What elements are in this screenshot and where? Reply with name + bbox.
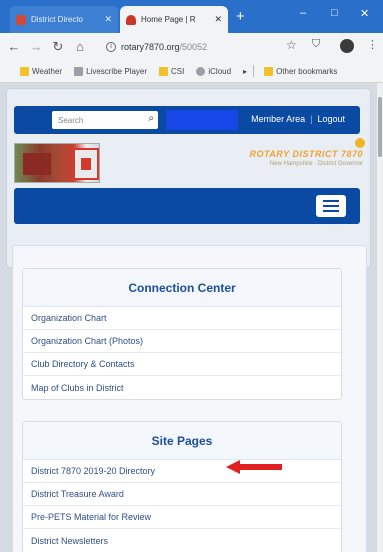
folder-icon: [20, 66, 29, 76]
back-arrow-icon[interactable]: ←: [6, 39, 22, 54]
bookmark-label: Weather: [32, 66, 63, 76]
close-window-button[interactable]: ✕: [360, 7, 369, 20]
new-tab-button[interactable]: +: [236, 9, 245, 24]
district-subtitle: New Hampshire · District Governor: [269, 161, 363, 167]
member-area-link[interactable]: Member Area: [246, 114, 310, 124]
apple-icon: [196, 66, 206, 76]
bookmark-label: CSI: [171, 66, 185, 76]
site-nav-bar: [14, 188, 360, 224]
site-search[interactable]: ⌕: [52, 111, 158, 129]
page-viewport: ⌕ Member Area | Logout ROTARY DISTRICT 7…: [0, 83, 383, 552]
header-photo: [14, 143, 100, 183]
reload-icon[interactable]: ↻: [50, 39, 66, 55]
browser-menu-icon[interactable]: ⋮: [367, 38, 378, 51]
rotary-favicon-icon: [16, 14, 26, 25]
maximize-button[interactable]: □: [331, 7, 338, 19]
menu-bar-icon: [323, 200, 339, 202]
folder-icon: [159, 66, 169, 76]
header-accent-block: [166, 110, 238, 130]
list-item[interactable]: Map of Clubs in District: [23, 376, 341, 399]
list-item[interactable]: Organization Chart: [23, 307, 341, 330]
rotary-favicon-icon: [126, 14, 136, 25]
bookmark-other[interactable]: Other bookmarks: [264, 66, 338, 76]
list-item[interactable]: District Newsletters: [23, 529, 341, 552]
district-logo[interactable]: ROTARY DISTRICT 7870 New Hampshire · Dis…: [249, 149, 363, 167]
bookmarks-bar: Weather Livescribe Player CSI iCloud ▸ O…: [0, 60, 383, 83]
tab-home-page[interactable]: Home Page | R ✕: [120, 6, 228, 33]
district-title: ROTARY DISTRICT 7870: [249, 149, 363, 159]
divider: [253, 65, 255, 77]
logout-link[interactable]: Logout: [312, 114, 350, 124]
menu-bar-icon: [323, 210, 339, 212]
browser-titlebar: District Directo ✕ Home Page | R ✕ + – □…: [0, 0, 383, 33]
forward-arrow-icon[interactable]: →: [28, 39, 44, 54]
red-arrow-icon: [226, 460, 282, 474]
site-top-bar: ⌕ Member Area | Logout: [14, 106, 360, 134]
profile-avatar[interactable]: [340, 39, 354, 53]
menu-bar-icon: [323, 205, 339, 207]
tab-label: Home Page | R: [141, 15, 196, 24]
bookmark-label: Livescribe Player: [86, 66, 148, 76]
covered-bridge-image: [73, 148, 99, 180]
page-scrollbar[interactable]: [377, 83, 383, 552]
card-title: Connection Center: [23, 269, 341, 307]
site-pages-card: Site Pages District 7870 2019-20 Directo…: [22, 421, 342, 552]
address-bar[interactable]: i rotary7870.org/50052: [106, 38, 274, 55]
list-item[interactable]: Pre-PETS Material for Review: [23, 506, 341, 529]
bookmark-weather[interactable]: Weather: [20, 66, 63, 76]
app-icon: [74, 66, 84, 76]
more-bookmarks-icon[interactable]: ▸: [243, 67, 247, 76]
url-path: /50052: [179, 41, 208, 52]
connection-center-card: Connection Center Organization Chart Org…: [22, 268, 342, 400]
bookmark-label: Other bookmarks: [276, 66, 338, 76]
list-item[interactable]: Organization Chart (Photos): [23, 330, 341, 353]
search-input[interactable]: [58, 115, 138, 125]
home-icon[interactable]: ⌂: [72, 39, 88, 54]
bookmark-star-icon[interactable]: ☆: [286, 38, 297, 52]
minimize-button[interactable]: –: [300, 7, 306, 19]
close-tab-icon[interactable]: ✕: [104, 14, 112, 25]
scrollbar-thumb[interactable]: [378, 97, 382, 157]
search-icon[interactable]: ⌕: [148, 113, 154, 124]
bookmark-livescribe[interactable]: Livescribe Player: [74, 66, 148, 76]
bookmark-icloud[interactable]: iCloud: [196, 66, 232, 76]
building-image: [23, 153, 51, 175]
list-item[interactable]: District Treasure Award: [23, 483, 341, 506]
hamburger-menu-button[interactable]: [316, 195, 346, 217]
rotary-wheel-icon: [355, 138, 365, 148]
card-title: Site Pages: [23, 422, 341, 460]
extension-shield-icon[interactable]: ⛉: [312, 38, 320, 51]
top-links: Member Area | Logout: [246, 114, 350, 124]
list-item[interactable]: District 7870 2019-20 Directory: [23, 460, 341, 483]
list-item[interactable]: Club Directory & Contacts: [23, 353, 341, 376]
folder-icon: [264, 66, 274, 76]
url-domain: rotary7870.org: [121, 41, 180, 52]
bookmark-csi[interactable]: CSI: [159, 66, 185, 76]
close-tab-icon[interactable]: ✕: [214, 14, 222, 25]
bookmark-label: iCloud: [208, 66, 232, 76]
site-info-icon[interactable]: i: [106, 41, 116, 52]
tab-label: District Directo: [31, 15, 84, 24]
tab-district-directory[interactable]: District Directo ✕: [10, 6, 118, 33]
